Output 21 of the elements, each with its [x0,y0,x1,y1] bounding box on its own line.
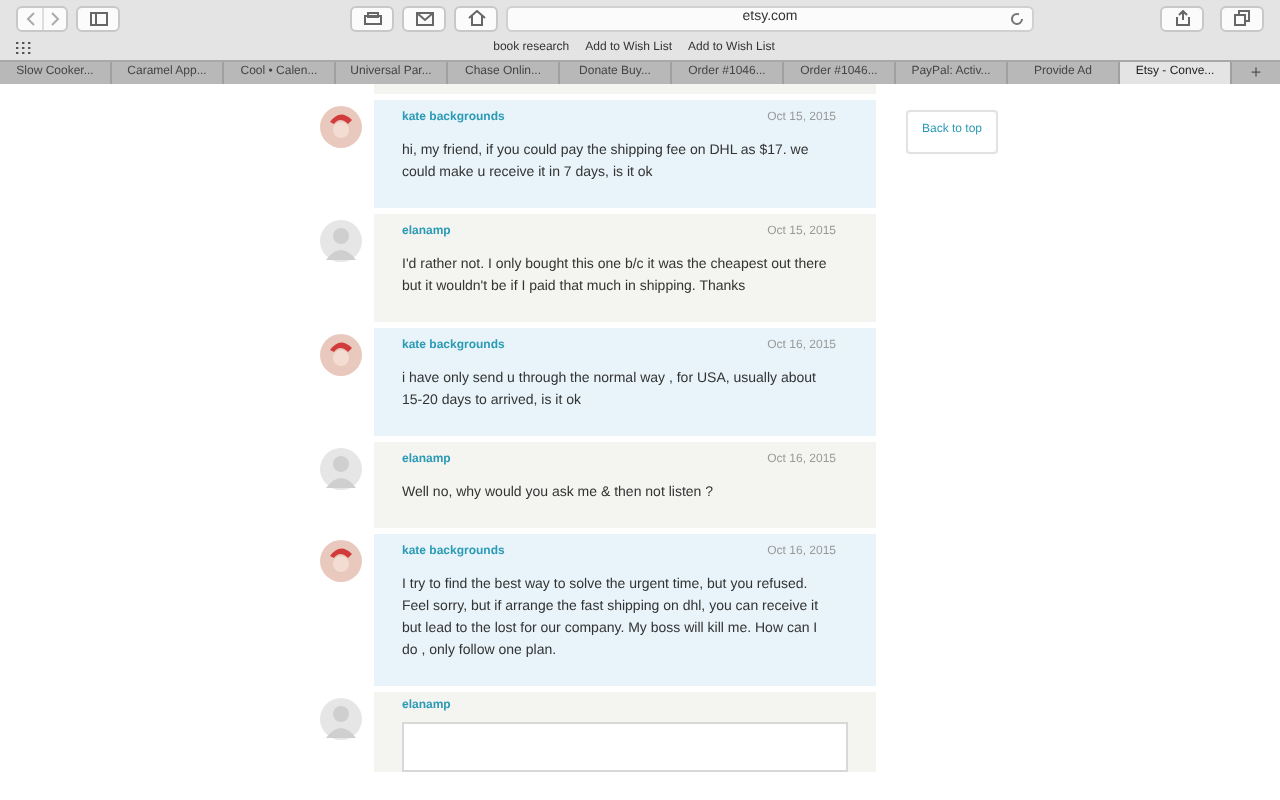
share-button[interactable] [1160,5,1204,31]
new-tab-button[interactable]: + [1232,62,1280,84]
print-button[interactable] [350,5,394,31]
reply-field[interactable] [402,722,848,772]
sidebar-button[interactable] [76,5,120,31]
sidebar-icon [89,11,107,25]
home-button[interactable] [454,5,498,31]
avatar-icon [320,334,362,376]
share-icon [1175,10,1189,26]
overlapping-squares-icon [1234,10,1250,26]
mail-button[interactable] [402,5,446,31]
silhouette-avatar-icon [320,220,362,262]
home-icon [467,10,485,26]
silhouette-avatar-icon [320,448,362,490]
reload-icon[interactable] [1010,11,1024,25]
printer-icon [363,11,381,25]
silhouette-avatar-icon [320,698,362,740]
tabs-overview-button[interactable] [1220,5,1264,31]
envelope-icon [415,11,433,25]
avatar-icon [320,106,362,148]
avatar-icon [320,540,362,582]
